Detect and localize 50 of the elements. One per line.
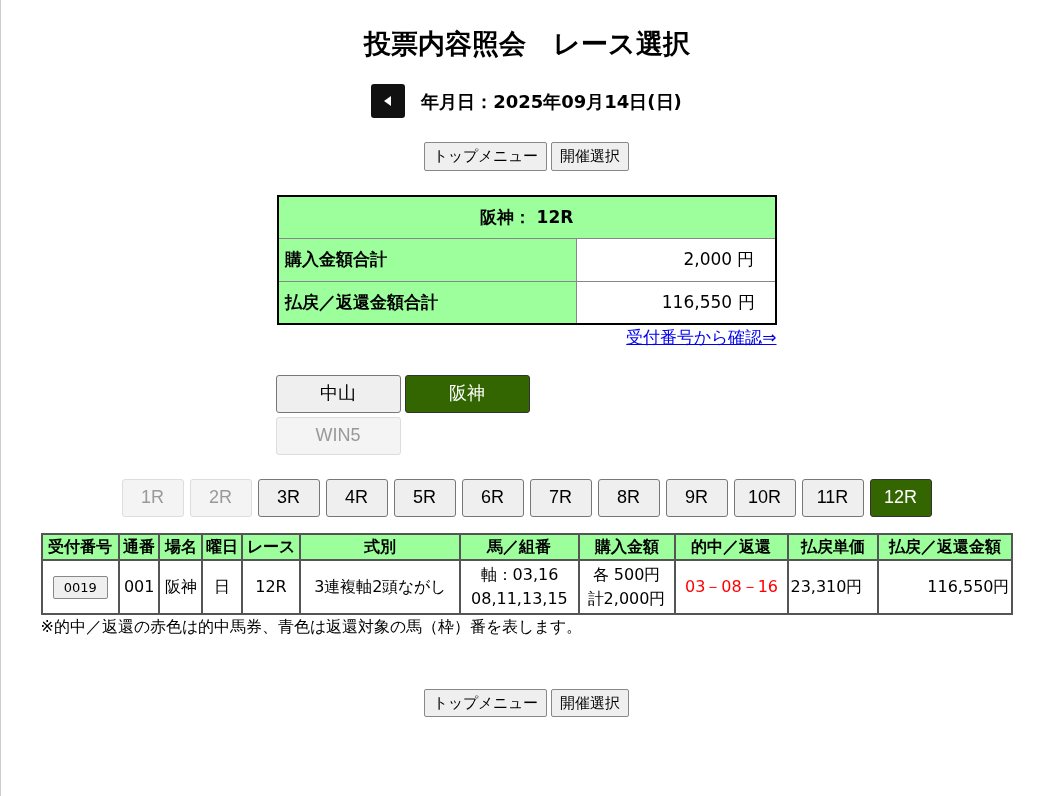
previous-button[interactable] — [371, 84, 406, 119]
column-header: 場名 — [159, 533, 202, 560]
race-button[interactable]: 5R — [393, 478, 456, 517]
race-button[interactable]: 11R — [801, 478, 864, 517]
column-header: 受付番号 — [41, 533, 119, 560]
table-cell: 日 — [213, 576, 230, 596]
table-cell: 3連複軸2頭ながし — [314, 576, 447, 596]
column-header: 式別 — [300, 533, 461, 560]
receipt-button[interactable]: 0019 — [52, 575, 108, 600]
race-button[interactable]: 12R — [869, 478, 932, 517]
column-header: レース — [241, 533, 301, 560]
page-title: 投票内容照会 レース選択 — [363, 28, 690, 61]
race-button[interactable]: 3R — [257, 478, 320, 517]
column-header: 払戻単価 — [788, 533, 878, 560]
table-cell: 阪神 — [164, 576, 197, 596]
summary-value: 116,550 円 — [576, 281, 776, 325]
table-cell: 116,550円 — [927, 576, 1010, 596]
menu-button[interactable]: トップメニュー — [424, 688, 547, 718]
table-cell: 08,11,13,15 — [471, 588, 568, 608]
receipt-number-link[interactable]: 受付番号から確認⇒ — [626, 325, 777, 351]
menu-button[interactable]: 開催選択 — [551, 688, 629, 718]
table-cell: 各 500円 — [592, 564, 661, 584]
race-button[interactable]: 4R — [325, 478, 388, 517]
column-header: 曜日 — [201, 533, 242, 560]
venue-button[interactable]: 中山 — [275, 374, 401, 413]
column-header: 購入金額 — [578, 533, 675, 560]
date-label: 年月日：2025年09月14日(日) — [421, 89, 682, 114]
summary-label: 払戻／返還金額合計 — [277, 281, 577, 325]
menu-button[interactable]: トップメニュー — [424, 142, 547, 171]
column-header: 払戻／返還金額 — [877, 533, 1012, 560]
menu-button[interactable]: 開催選択 — [551, 142, 629, 171]
column-header: 馬／組番 — [460, 533, 579, 560]
race-button[interactable]: 8R — [597, 478, 660, 517]
summary-value: 2,000 円 — [576, 238, 776, 282]
race-button[interactable]: 7R — [529, 478, 592, 517]
table-cell: 001 — [123, 576, 155, 596]
summary-label: 購入金額合計 — [277, 238, 577, 282]
race-button[interactable]: 10R — [733, 478, 796, 517]
venue-button[interactable]: 阪神 — [404, 374, 530, 413]
table-cell: 計2,000円 — [587, 588, 666, 608]
table-cell: 23,310円 — [790, 576, 863, 596]
summary-heading: 阪神： 12R — [277, 195, 776, 239]
table-cell: 軸：03,16 — [480, 564, 559, 584]
result-text: 03－08－16 — [684, 576, 779, 596]
column-header: 的中／返還 — [674, 533, 789, 560]
note-text: ※的中／返還の赤色は的中馬券、青色は返還対象の馬（枠）番を表します。 — [40, 616, 582, 636]
table-cell: 12R — [255, 576, 287, 596]
race-button[interactable]: 9R — [665, 478, 728, 517]
race-button[interactable]: 6R — [461, 478, 524, 517]
column-header: 通番 — [118, 533, 160, 560]
